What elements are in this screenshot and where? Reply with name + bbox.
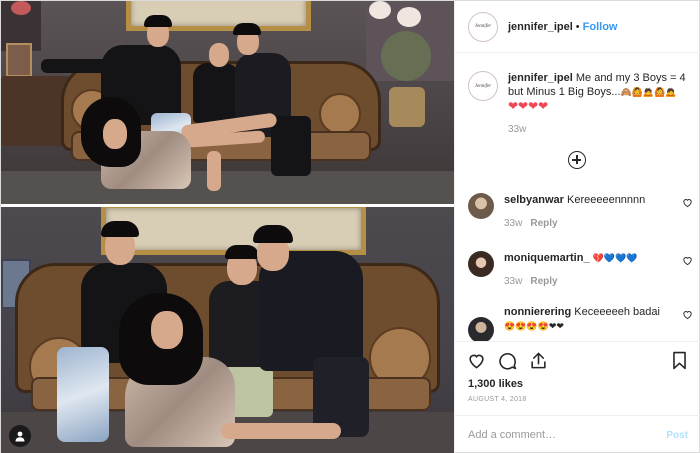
heart-icon[interactable] <box>467 351 486 370</box>
like-comment-heart-icon[interactable] <box>682 309 693 320</box>
like-comment-heart-icon[interactable] <box>682 197 693 208</box>
post-header: Jennifer jennifer_ipel • Follow <box>455 1 700 53</box>
comment-age[interactable]: 33w <box>504 218 522 229</box>
add-comment-input[interactable]: Add a comment… <box>468 429 556 441</box>
comment-icon[interactable] <box>498 351 517 370</box>
caption-age[interactable]: 33w <box>508 123 693 137</box>
vase <box>389 87 425 127</box>
avatar[interactable]: Jennifer <box>468 11 498 42</box>
share-icon[interactable] <box>529 351 548 370</box>
post-sidebar: Jennifer jennifer_ipel • Follow Jennifer… <box>454 1 700 453</box>
post-comment-button[interactable]: Post <box>666 430 688 441</box>
photo-panel-top <box>1 1 454 204</box>
comment-text: Keceeeeeh badai <box>574 306 660 318</box>
comment-item: moniquemartin_ 💔💙💙💙 33w Reply <box>468 251 693 289</box>
caption: Jennifer jennifer_ipel Me and my 3 Boys … <box>468 71 693 137</box>
photo-frame <box>6 43 32 77</box>
floor <box>1 171 454 204</box>
comment-emojis: 💔💙💙💙 <box>592 253 638 263</box>
caption-username[interactable]: jennifer_ipel <box>508 72 573 84</box>
comment-username[interactable]: moniquemartin_ <box>504 252 590 264</box>
comment-username[interactable]: nonnierering <box>504 306 571 318</box>
post-actions: 1,300 likes AUGUST 4, 2018 <box>455 341 700 403</box>
caption-body: jennifer_ipel Me and my 3 Boys = 4 but M… <box>508 71 693 137</box>
add-comment-bar: Add a comment… Post <box>455 415 700 453</box>
header-username[interactable]: jennifer_ipel <box>508 21 573 33</box>
reply-button[interactable]: Reply <box>530 276 557 287</box>
bookmark-icon[interactable] <box>670 351 689 370</box>
follow-button[interactable]: Follow <box>583 21 618 33</box>
likes-count[interactable]: 1,300 likes <box>468 378 523 390</box>
action-icons <box>455 342 700 380</box>
commenter-avatar[interactable] <box>468 317 494 341</box>
comment-text: Kereeeeennnnn <box>566 194 646 206</box>
comment-emojis: 😍😍😍😍❤❤ <box>504 321 564 331</box>
post-date[interactable]: AUGUST 4, 2018 <box>468 396 527 403</box>
comment-username[interactable]: selbyanwar <box>504 194 564 206</box>
separator-dot: • <box>575 20 580 33</box>
comment-item: selbyanwar Kereeeeennnnn 33w Reply <box>468 193 693 231</box>
plus-circle-icon[interactable] <box>568 151 586 169</box>
commenter-avatar[interactable] <box>468 193 494 219</box>
like-comment-heart-icon[interactable] <box>682 255 693 266</box>
reply-button[interactable]: Reply <box>530 218 557 229</box>
comment-age[interactable]: 33w <box>504 276 522 287</box>
instagram-post: Jennifer jennifer_ipel • Follow Jennifer… <box>0 0 700 453</box>
caption-avatar[interactable]: Jennifer <box>468 71 498 101</box>
caption-emojis: 🙈🙆🙇🙆🙇 <box>620 87 677 97</box>
comment-item: nonnierering Keceeeeeh badai 😍😍😍😍❤❤ <box>468 305 693 341</box>
photo-panel-bottom <box>1 207 454 453</box>
caption-hearts: ❤❤❤❤ <box>508 99 549 113</box>
commenter-avatar[interactable] <box>468 251 494 277</box>
post-photo[interactable] <box>1 1 454 453</box>
tagged-users-icon[interactable] <box>9 425 31 447</box>
